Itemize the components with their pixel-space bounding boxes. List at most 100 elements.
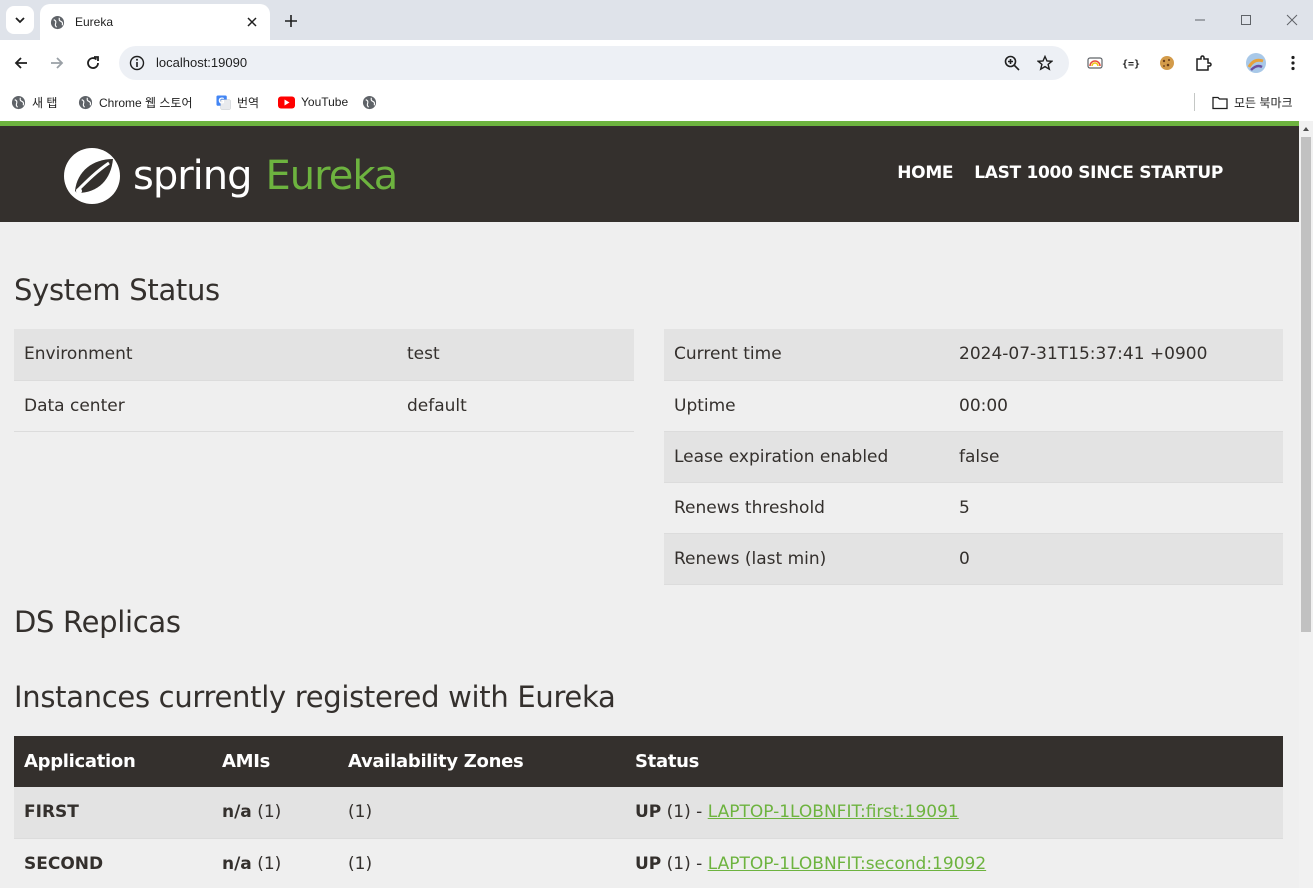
status-value: 5 — [949, 482, 1283, 534]
bookmark-chrome-web-store[interactable]: Chrome 웹 스토어 — [78, 92, 193, 112]
table-row: Uptime 00:00 — [664, 380, 1283, 432]
ami-value: n/a — [222, 853, 252, 874]
zones-cell: (1) — [338, 787, 625, 839]
url-text[interactable]: localhost:19090 — [156, 55, 247, 70]
instances-title: Instances currently registered with Eure… — [14, 680, 616, 714]
amis-cell: n/a (1) — [212, 787, 338, 839]
minimize-button[interactable] — [1189, 10, 1211, 30]
bookmarks-bar: 새 탭 Chrome 웹 스토어 G 번역 YouTube 모든 북마크 — [0, 86, 1313, 121]
all-bookmarks-label: 모든 북마크 — [1234, 95, 1293, 110]
table-row: Renews threshold 5 — [664, 482, 1283, 534]
page-content: spring Eureka HOME LAST 1000 SINCE START… — [0, 121, 1299, 888]
extension-cookie-button[interactable] — [1155, 51, 1179, 75]
browser-toolbar: localhost:19090 {=} — [0, 40, 1313, 86]
spring-leaf-icon — [64, 148, 120, 204]
application-name: SECOND — [14, 838, 212, 888]
tab-search-button[interactable] — [6, 6, 34, 34]
address-bar[interactable]: localhost:19090 — [119, 46, 1069, 80]
status-label: Renews threshold — [664, 482, 949, 534]
status-count: (1) - — [661, 853, 708, 874]
page-scrollbar[interactable] — [1299, 121, 1313, 888]
bookmark-star-button[interactable] — [1036, 54, 1054, 72]
globe-icon — [50, 15, 65, 29]
profile-avatar-button[interactable] — [1244, 51, 1268, 75]
plus-icon — [285, 15, 297, 27]
globe-icon — [78, 95, 93, 109]
status-cell: UP (1) - LAPTOP-1LOBNFIT:first:19091 — [625, 787, 1283, 839]
json-braces-icon: {=} — [1122, 59, 1140, 70]
browser-menu-button[interactable] — [1281, 51, 1305, 75]
system-status-right-table: Current time 2024-07-31T15:37:41 +0900 U… — [664, 329, 1283, 585]
translate-icon: G — [216, 94, 231, 110]
table-row: FIRST n/a (1) (1) UP (1) - LAPTOP-1LOBNF… — [14, 787, 1283, 839]
status-count: (1) - — [661, 802, 708, 823]
table-header-row: Application AMIs Availability Zones Stat… — [14, 736, 1283, 787]
browser-tab-eureka[interactable]: Eureka — [40, 4, 270, 40]
info-icon[interactable] — [129, 55, 145, 71]
status-label: Uptime — [664, 380, 949, 432]
maximize-icon — [1241, 15, 1251, 25]
bookmark-globe[interactable] — [362, 92, 383, 112]
ami-count: (1) — [251, 853, 282, 874]
column-header-application: Application — [14, 736, 212, 787]
tab-strip: Eureka — [0, 0, 1313, 40]
bookmark-label: 새 탭 — [32, 95, 58, 110]
close-icon — [1286, 14, 1298, 26]
all-bookmarks-button[interactable]: 모든 북마크 — [1194, 93, 1293, 111]
more-vertical-icon — [1291, 55, 1295, 71]
chevron-down-icon — [15, 17, 25, 24]
status-label: Lease expiration enabled — [664, 431, 949, 483]
window-close-button[interactable] — [1281, 10, 1303, 30]
table-row: Current time 2024-07-31T15:37:41 +0900 — [664, 329, 1283, 381]
table-row: Environment test — [14, 329, 634, 381]
extension-json-button[interactable]: {=} — [1119, 51, 1143, 75]
svg-text:{=}: {=} — [1122, 59, 1140, 70]
back-button[interactable] — [9, 51, 33, 75]
column-header-amis: AMIs — [212, 736, 338, 787]
instance-link-first[interactable]: LAPTOP-1LOBNFIT:first:19091 — [708, 802, 959, 822]
bookmark-new-tab[interactable]: 새 탭 — [11, 92, 57, 112]
tab-close-button[interactable] — [244, 14, 260, 30]
status-label: Data center — [14, 380, 397, 432]
header-nav: HOME LAST 1000 SINCE STARTUP — [876, 163, 1223, 183]
puzzle-icon — [1196, 55, 1212, 71]
spring-eureka-logo[interactable]: spring Eureka — [63, 148, 399, 204]
bookmark-translate[interactable]: G 번역 — [216, 92, 259, 112]
ds-replicas-title: DS Replicas — [14, 605, 181, 639]
table-row: Data center default — [14, 380, 634, 432]
arrow-right-icon — [51, 57, 64, 69]
zones-cell: (1) — [338, 838, 625, 888]
logo-eureka-text: Eureka — [265, 153, 399, 199]
scrollbar-thumb[interactable] — [1301, 137, 1311, 632]
ami-count: (1) — [251, 802, 282, 823]
zoom-button[interactable] — [1003, 54, 1021, 72]
reload-button[interactable] — [81, 51, 105, 75]
system-status-left-table: Environment test Data center default — [14, 329, 634, 432]
bookmark-youtube[interactable]: YouTube — [278, 92, 348, 112]
folder-icon — [1212, 96, 1228, 109]
maximize-button[interactable] — [1235, 10, 1257, 30]
tab-title: Eureka — [75, 15, 114, 29]
status-value: default — [397, 380, 634, 432]
application-name: FIRST — [14, 787, 212, 839]
status-value: 2024-07-31T15:37:41 +0900 — [949, 329, 1283, 381]
nav-last-1000-link[interactable]: LAST 1000 SINCE STARTUP — [974, 163, 1223, 183]
status-up: UP — [635, 853, 662, 874]
extensions-menu-button[interactable] — [1191, 51, 1215, 75]
status-value: test — [397, 329, 634, 381]
svg-text:G: G — [218, 96, 224, 105]
arrow-left-icon — [14, 57, 27, 69]
column-header-status: Status — [625, 736, 1283, 787]
forward-button[interactable] — [45, 51, 69, 75]
scroll-up-icon[interactable] — [1302, 125, 1310, 133]
extension-cast-button[interactable] — [1083, 51, 1107, 75]
new-tab-button[interactable] — [280, 10, 302, 32]
ami-value: n/a — [222, 802, 252, 823]
nav-home-link[interactable]: HOME — [897, 163, 953, 183]
zoom-in-icon — [1004, 55, 1020, 71]
status-cell: UP (1) - LAPTOP-1LOBNFIT:second:19092 — [625, 838, 1283, 888]
column-header-availability-zones: Availability Zones — [338, 736, 625, 787]
instance-link-second[interactable]: LAPTOP-1LOBNFIT:second:19092 — [708, 854, 986, 874]
status-label: Current time — [664, 329, 949, 381]
youtube-icon — [278, 96, 295, 108]
